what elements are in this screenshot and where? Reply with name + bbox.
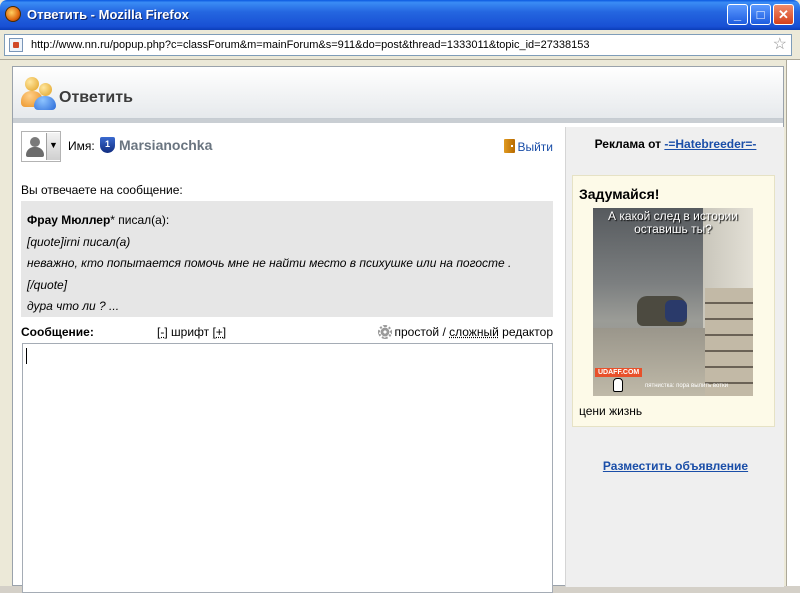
user-rank-shield-icon: 1 [100, 137, 115, 153]
mode-separator: / [442, 325, 446, 339]
quote-line: [quote]irni писал(а) [27, 234, 131, 249]
background-page-edge [786, 60, 800, 586]
url-field[interactable]: http://www.nn.ru/popup.php?c=classForum&… [4, 34, 792, 56]
ad-box[interactable]: Задумайся! А какой след в истории остави… [572, 175, 775, 427]
reply-intro: Вы отвечаете на сообщение: [21, 183, 183, 197]
quote-author-suffix: * писал(а): [110, 213, 170, 227]
ad-image-logo: UDAFF.COM [595, 368, 643, 377]
ad-from-label: Реклама от [594, 137, 662, 151]
window-title: Ответить - Mozilla Firefox [27, 7, 189, 22]
text-caret [26, 348, 27, 364]
quote-line: [/quote] [27, 277, 68, 292]
ad-header: Реклама от -=Hatebreeder=- [566, 137, 785, 151]
ad-sidebar: Реклама от -=Hatebreeder=- Задумайся! А … [565, 127, 784, 587]
ad-author-link[interactable]: -=Hatebreeder=- [664, 137, 756, 151]
header-divider [13, 119, 783, 123]
quote-line: неважно, кто попытается помочь мне не на… [27, 256, 512, 270]
editor-mode-switch: простой / сложный редактор [377, 325, 553, 339]
quote-line: дура что ли ? ... [27, 299, 120, 313]
exit-door-icon [504, 139, 516, 153]
popup-content: Ответить ▼ Имя: 1 Marsianochka Выйти Вы … [12, 66, 784, 593]
close-button[interactable]: ✕ [773, 4, 794, 25]
gear-icon [377, 325, 392, 339]
firefox-icon [5, 6, 21, 22]
place-ad-link[interactable]: Разместить объявление [566, 459, 785, 473]
message-textarea[interactable] [22, 343, 553, 593]
ad-image[interactable]: А какой след в истории оставишь ты? UDAF… [593, 208, 753, 396]
message-label: Сообщение: [21, 325, 94, 339]
quote-author: Фрау Мюллер [27, 213, 111, 227]
font-increase-button[interactable]: [+] [212, 325, 226, 339]
font-size-control: [-] шрифт [+] [157, 325, 226, 339]
ad-image-text: А какой след в истории оставишь ты? [608, 209, 738, 236]
ad-description: цени жизнь [579, 404, 643, 418]
quoted-message: Фрау Мюллер* писал(а): [quote]irni писал… [21, 201, 553, 317]
editor-suffix: редактор [502, 325, 553, 339]
page-icon [9, 38, 23, 52]
avatar-dropdown[interactable]: ▼ [21, 131, 61, 162]
maximize-button[interactable]: □ [750, 4, 771, 25]
ad-image-caption: пятнистка: пора вылить вотки [645, 383, 728, 389]
ad-title: Задумайся! [579, 186, 660, 202]
address-bar: http://www.nn.ru/popup.php?c=classForum&… [0, 30, 800, 60]
minimize-button[interactable]: _ [727, 4, 748, 25]
username[interactable]: Marsianochka [119, 137, 212, 153]
browser-window: Ответить - Mozilla Firefox _ □ ✕ http://… [0, 0, 800, 593]
font-label: шрифт [171, 325, 210, 339]
simple-editor-link[interactable]: простой [395, 325, 440, 339]
page-title: Ответить [59, 89, 133, 106]
url-text: http://www.nn.ru/popup.php?c=classForum&… [31, 39, 590, 51]
bookmark-star-icon[interactable]: ☆ [773, 35, 787, 55]
complex-editor-link[interactable]: сложный [449, 325, 499, 339]
title-bar: Ответить - Mozilla Firefox _ □ ✕ [0, 0, 800, 30]
avatar-icon [25, 136, 45, 158]
users-icon [21, 75, 57, 111]
hand-cursor-icon [613, 378, 623, 392]
dropdown-arrow-icon[interactable]: ▼ [46, 133, 60, 160]
logout-label: Выйти [517, 140, 553, 154]
name-label: Имя: [68, 139, 95, 153]
popup-header: Ответить [13, 67, 783, 119]
logout-link[interactable]: Выйти [504, 139, 553, 154]
font-decrease-button[interactable]: [-] [157, 325, 168, 339]
message-toolbar: Сообщение: [-] шрифт [+] простой / сложн… [21, 323, 553, 341]
reply-form: ▼ Имя: 1 Marsianochka Выйти Вы отвечаете… [21, 127, 553, 593]
